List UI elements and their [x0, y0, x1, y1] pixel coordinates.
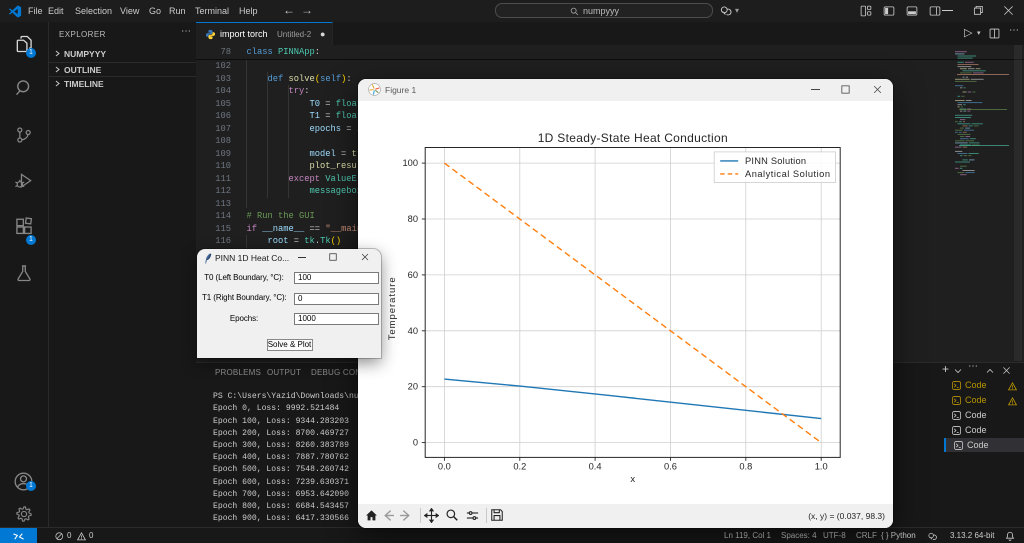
svg-text:x: x — [630, 474, 635, 485]
svg-text:40: 40 — [408, 326, 418, 336]
svg-text:1D Steady-State Heat Conductio: 1D Steady-State Heat Conduction — [538, 131, 728, 145]
svg-text:0.4: 0.4 — [589, 462, 602, 472]
svg-text:1.0: 1.0 — [815, 462, 828, 472]
svg-text:Temperature: Temperature — [387, 277, 398, 340]
svg-text:0.6: 0.6 — [664, 462, 677, 472]
svg-text:0.8: 0.8 — [739, 462, 752, 472]
svg-text:100: 100 — [402, 158, 418, 168]
svg-text:Analytical Solution: Analytical Solution — [745, 169, 830, 179]
svg-text:80: 80 — [408, 214, 418, 224]
svg-text:PINN Solution: PINN Solution — [745, 156, 806, 166]
svg-text:0: 0 — [413, 438, 418, 448]
svg-text:20: 20 — [408, 382, 418, 392]
svg-text:60: 60 — [408, 270, 418, 280]
svg-text:0.0: 0.0 — [438, 462, 451, 472]
svg-text:0.2: 0.2 — [513, 462, 526, 472]
